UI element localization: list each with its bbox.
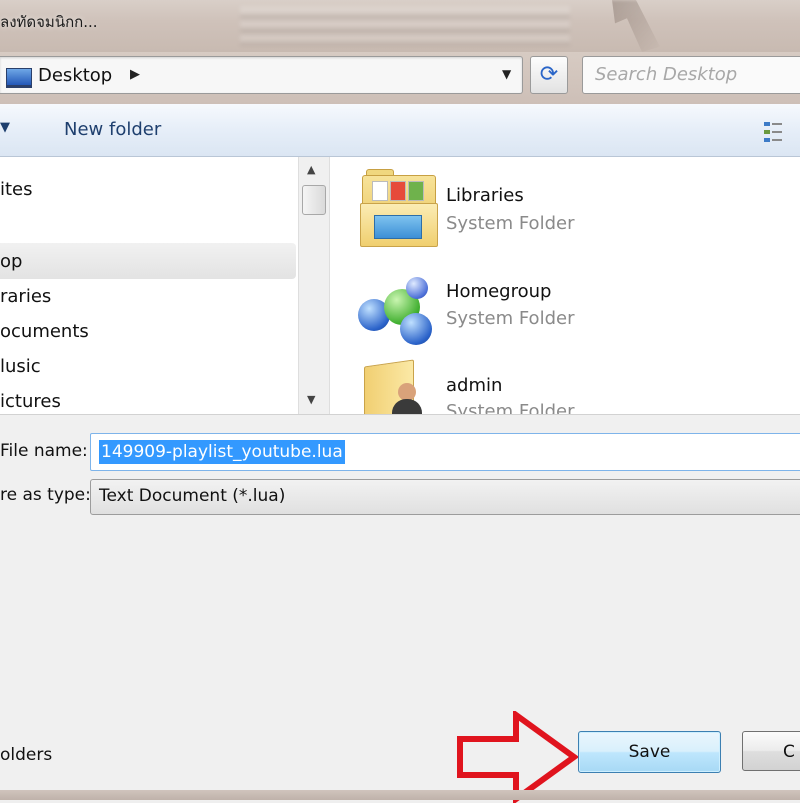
background-blur <box>240 6 570 46</box>
file-name-label: File name: <box>0 441 88 461</box>
search-input[interactable]: Search Desktop <box>582 56 800 94</box>
new-folder-button[interactable]: New folder <box>64 119 161 140</box>
file-item-name[interactable]: Homegroup <box>446 281 551 302</box>
address-location[interactable]: Desktop <box>38 65 112 86</box>
title-bar: ลงทัดจมนิกก... <box>0 0 800 52</box>
libraries-icon[interactable] <box>360 169 438 247</box>
homegroup-icon[interactable] <box>356 275 438 347</box>
save-button[interactable]: Save <box>578 731 721 773</box>
file-name-field[interactable]: 149909-playlist_youtube.lua <box>90 433 800 471</box>
address-bar[interactable]: Desktop ▶ ▼ <box>0 56 523 94</box>
file-item-type: System Folder <box>446 401 575 414</box>
save-as-type-label: re as type: <box>0 485 91 505</box>
file-item-name[interactable]: admin <box>446 375 502 396</box>
breadcrumb-chevron-icon[interactable]: ▶ <box>130 67 140 82</box>
background-cursor-shape <box>612 0 660 52</box>
file-item-type: System Folder <box>446 308 575 329</box>
command-toolbar: ▼ New folder <box>0 104 800 157</box>
save-as-type-select[interactable]: Text Document (*.lua) <box>90 479 800 515</box>
nav-item-music[interactable]: lusic <box>0 356 41 377</box>
file-name-value[interactable]: 149909-playlist_youtube.lua <box>99 440 345 464</box>
search-placeholder: Search Desktop <box>595 64 738 85</box>
desktop-icon <box>6 68 32 88</box>
scroll-down-icon[interactable]: ▼ <box>307 393 315 406</box>
hide-folders-toggle[interactable]: olders <box>0 745 52 765</box>
save-as-type-value: Text Document (*.lua) <box>99 486 286 506</box>
cancel-button[interactable]: C <box>742 731 800 771</box>
organize-dropdown-icon[interactable]: ▼ <box>0 120 10 135</box>
nav-item-favorites[interactable]: ites <box>0 179 33 200</box>
file-item-type: System Folder <box>446 213 575 234</box>
file-item-name[interactable]: Libraries <box>446 185 524 206</box>
scroll-up-icon[interactable]: ▲ <box>307 163 315 176</box>
nav-item-libraries[interactable]: raries <box>0 286 51 307</box>
nav-item-desktop[interactable]: op <box>0 251 22 272</box>
file-list-pane: Libraries System Folder Homegroup System… <box>330 157 800 414</box>
scroll-thumb[interactable] <box>302 185 326 215</box>
window-bottom-edge <box>0 790 800 800</box>
user-folder-icon[interactable] <box>364 359 434 414</box>
window-title: ลงทัดจมนิกก... <box>0 13 98 31</box>
navigation-pane: ites op raries ocuments lusic ictures <box>0 157 298 414</box>
save-form-area: File name: 149909-playlist_youtube.lua r… <box>0 414 800 803</box>
refresh-button[interactable]: ⟳ <box>530 56 568 94</box>
nav-item-documents[interactable]: ocuments <box>0 321 89 342</box>
change-view-icon[interactable] <box>760 116 786 146</box>
address-row: Desktop ▶ ▼ ⟳ Search Desktop <box>0 52 800 104</box>
address-dropdown-icon[interactable]: ▼ <box>502 67 511 81</box>
nav-item-pictures[interactable]: ictures <box>0 391 61 412</box>
nav-scrollbar[interactable]: ▲ ▼ <box>298 157 330 414</box>
nav-selection-highlight <box>0 243 296 279</box>
